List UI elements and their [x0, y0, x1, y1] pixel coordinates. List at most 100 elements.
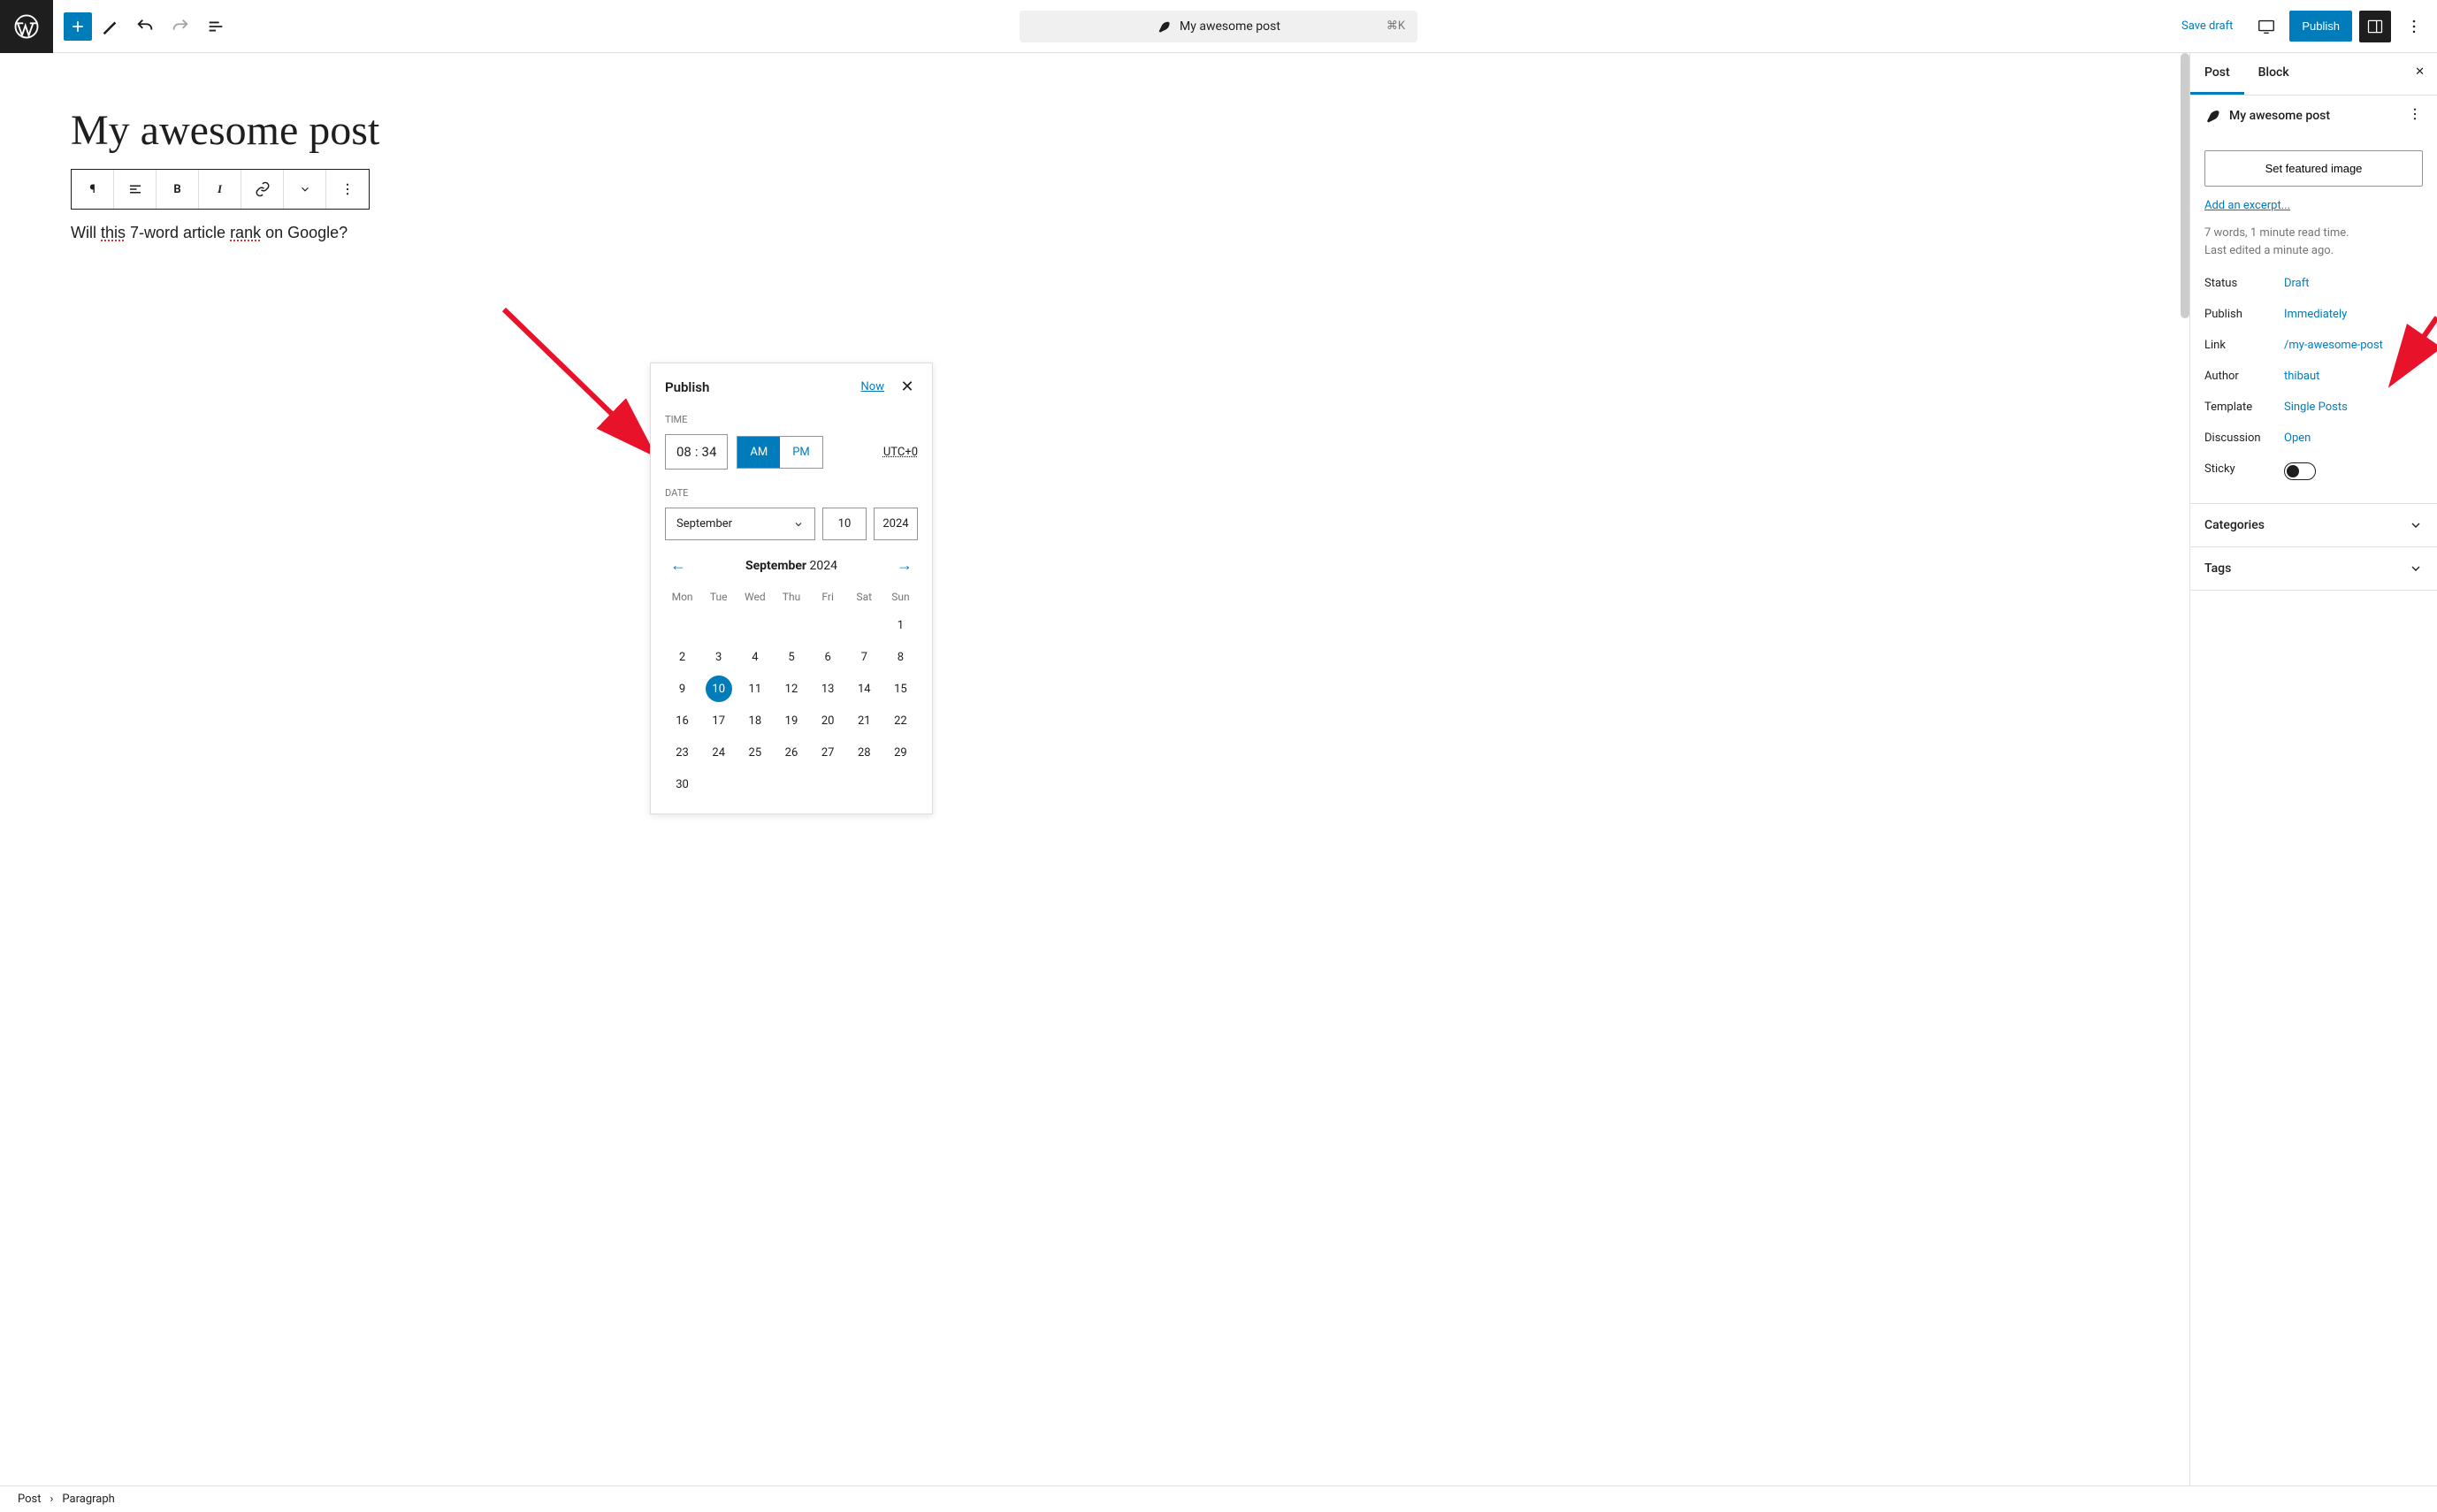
- prev-month-button[interactable]: ←: [665, 556, 691, 575]
- calendar-day[interactable]: 22: [887, 707, 913, 734]
- calendar-day[interactable]: 3: [706, 644, 732, 670]
- post-meta-info: 7 words, 1 minute read time. Last edited…: [2204, 225, 2423, 259]
- sticky-toggle[interactable]: [2284, 462, 2316, 480]
- paragraph-block[interactable]: Will this 7-word article rank on Google?: [71, 220, 2119, 246]
- calendar-day[interactable]: 14: [851, 676, 877, 702]
- date-section-label: DATE: [665, 487, 918, 499]
- editor-canvas[interactable]: My awesome post ¶ B I Will this 7-word a…: [0, 53, 2189, 1485]
- author-value[interactable]: thibaut: [2284, 370, 2319, 383]
- tab-block[interactable]: Block: [2244, 53, 2303, 95]
- italic-button[interactable]: I: [199, 170, 241, 209]
- feather-icon: [1157, 19, 1171, 34]
- link-button[interactable]: [241, 170, 284, 209]
- calendar-day[interactable]: 1: [887, 612, 913, 638]
- link-value[interactable]: /my-awesome-post: [2284, 339, 2383, 352]
- sidebar-post-title: My awesome post: [2229, 109, 2330, 123]
- calendar-day[interactable]: 21: [851, 707, 877, 734]
- calendar-day[interactable]: 4: [742, 644, 768, 670]
- add-block-button[interactable]: [64, 12, 92, 41]
- time-input[interactable]: 08 : 34: [665, 434, 728, 470]
- set-featured-image-button[interactable]: Set featured image: [2204, 150, 2423, 187]
- document-title-bar[interactable]: My awesome post ⌘K: [1020, 11, 1417, 42]
- calendar-day[interactable]: 17: [706, 707, 732, 734]
- discussion-value[interactable]: Open: [2284, 431, 2311, 445]
- next-month-button[interactable]: →: [891, 556, 918, 575]
- calendar-day[interactable]: 19: [778, 707, 805, 734]
- day-input[interactable]: 10: [822, 508, 867, 540]
- status-value[interactable]: Draft: [2284, 277, 2310, 290]
- calendar-day[interactable]: 16: [669, 707, 696, 734]
- publish-value[interactable]: Immediately: [2284, 308, 2347, 321]
- categories-panel[interactable]: Categories: [2190, 504, 2437, 547]
- calendar-day[interactable]: 24: [706, 739, 732, 766]
- timezone-label[interactable]: UTC+0: [883, 446, 918, 459]
- paragraph-type-button[interactable]: ¶: [72, 170, 114, 209]
- calendar-day[interactable]: 10: [706, 676, 732, 702]
- publish-button[interactable]: Publish: [2289, 11, 2352, 42]
- now-link[interactable]: Now: [861, 380, 884, 393]
- calendar-day[interactable]: 25: [742, 739, 768, 766]
- calendar-day[interactable]: 28: [851, 739, 877, 766]
- calendar-day[interactable]: 9: [669, 676, 696, 702]
- calendar-month-label: September 2024: [745, 559, 837, 573]
- calendar-day[interactable]: 5: [778, 644, 805, 670]
- top-toolbar: My awesome post ⌘K Save draft Publish: [0, 0, 2437, 53]
- add-excerpt-link[interactable]: Add an excerpt...: [2204, 199, 2290, 212]
- close-sidebar-button[interactable]: ✕: [2403, 53, 2437, 95]
- align-button[interactable]: [114, 170, 157, 209]
- close-icon[interactable]: ✕: [897, 378, 918, 396]
- tools-button[interactable]: [92, 9, 127, 44]
- calendar-day[interactable]: 26: [778, 739, 805, 766]
- post-actions-menu[interactable]: [2407, 106, 2423, 126]
- calendar-day[interactable]: 29: [887, 739, 913, 766]
- block-options-button[interactable]: [326, 170, 369, 209]
- am-button[interactable]: AM: [737, 437, 780, 468]
- breadcrumb-post[interactable]: Post: [18, 1493, 42, 1506]
- calendar-dow: Mon: [665, 585, 699, 608]
- year-input[interactable]: 2024: [874, 508, 918, 540]
- calendar-day[interactable]: 8: [887, 644, 913, 670]
- redo-button[interactable]: [163, 9, 198, 44]
- preview-button[interactable]: [2250, 11, 2282, 42]
- chevron-down-icon: [793, 519, 804, 530]
- undo-button[interactable]: [127, 9, 163, 44]
- more-formatting-button[interactable]: [284, 170, 326, 209]
- calendar-day[interactable]: 7: [851, 644, 877, 670]
- pm-button[interactable]: PM: [780, 437, 822, 468]
- calendar-day[interactable]: 20: [814, 707, 841, 734]
- calendar-day[interactable]: 2: [669, 644, 696, 670]
- options-menu[interactable]: [2398, 11, 2430, 42]
- scrollbar[interactable]: [2181, 53, 2189, 318]
- ampm-toggle: AM PM: [737, 436, 822, 469]
- tags-panel[interactable]: Tags: [2190, 547, 2437, 591]
- feather-icon: [2204, 108, 2220, 124]
- calendar-day[interactable]: 15: [887, 676, 913, 702]
- calendar-day[interactable]: 18: [742, 707, 768, 734]
- calendar-dow: Wed: [737, 585, 772, 608]
- calendar-day[interactable]: 11: [742, 676, 768, 702]
- calendar-dow: Sat: [847, 585, 882, 608]
- settings-sidebar: Post Block ✕ My awesome post Set feature…: [2189, 53, 2437, 1485]
- calendar-dow: Tue: [701, 585, 736, 608]
- template-value[interactable]: Single Posts: [2284, 401, 2348, 414]
- keyboard-shortcut: ⌘K: [1387, 19, 1405, 33]
- breadcrumb-paragraph[interactable]: Paragraph: [62, 1493, 114, 1506]
- calendar-day[interactable]: 23: [669, 739, 696, 766]
- settings-panel-toggle[interactable]: [2359, 11, 2391, 42]
- month-select[interactable]: September: [665, 508, 815, 540]
- document-overview-button[interactable]: [198, 9, 233, 44]
- post-title[interactable]: My awesome post: [71, 106, 2119, 155]
- calendar-day[interactable]: 6: [814, 644, 841, 670]
- calendar-dow: Thu: [774, 585, 808, 608]
- chevron-down-icon: [2409, 518, 2423, 532]
- bold-button[interactable]: B: [157, 170, 199, 209]
- calendar-day[interactable]: 27: [814, 739, 841, 766]
- calendar-day[interactable]: 30: [669, 771, 696, 798]
- tab-post[interactable]: Post: [2190, 53, 2244, 95]
- calendar-dow: Fri: [811, 585, 845, 608]
- wordpress-logo[interactable]: [0, 0, 53, 53]
- breadcrumb: Post › Paragraph: [0, 1485, 2437, 1512]
- calendar-day[interactable]: 12: [778, 676, 805, 702]
- calendar-day[interactable]: 13: [814, 676, 841, 702]
- save-draft-button[interactable]: Save draft: [2171, 12, 2243, 40]
